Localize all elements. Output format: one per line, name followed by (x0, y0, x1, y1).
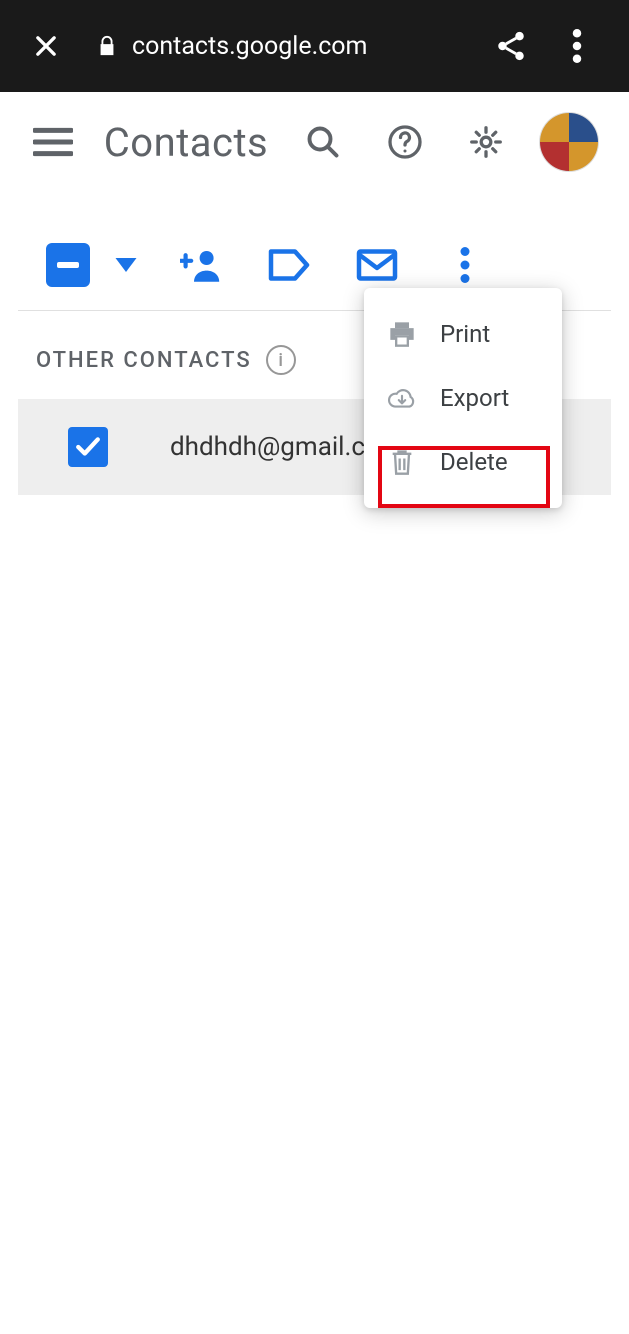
menu-item-print[interactable]: Print (364, 302, 562, 366)
select-dropdown-arrow[interactable] (114, 258, 138, 272)
menu-item-label: Export (440, 384, 509, 412)
trash-icon (386, 446, 418, 478)
help-button[interactable] (378, 115, 432, 169)
url-bar[interactable]: contacts.google.com (96, 32, 487, 61)
add-person-button[interactable] (176, 240, 226, 290)
browser-bar: contacts.google.com (0, 0, 629, 92)
app-title: Contacts (104, 119, 268, 166)
print-icon (386, 318, 418, 350)
browser-more-button[interactable] (553, 22, 601, 70)
lock-icon (96, 34, 118, 58)
more-actions-menu: Print Export Delete (364, 288, 562, 508)
app-header: Contacts (0, 92, 629, 192)
url-text: contacts.google.com (132, 32, 367, 61)
settings-button[interactable] (460, 115, 514, 169)
contact-checkbox[interactable] (68, 427, 108, 467)
hamburger-menu-button[interactable] (30, 119, 76, 165)
section-title: OTHER CONTACTS (36, 348, 252, 373)
cloud-download-icon (386, 382, 418, 414)
menu-item-label: Delete (440, 448, 508, 476)
label-button[interactable] (264, 240, 314, 290)
search-button[interactable] (296, 115, 350, 169)
close-tab-button[interactable] (28, 28, 64, 64)
info-icon[interactable]: i (266, 345, 296, 375)
select-all-toggle[interactable] (46, 243, 90, 287)
share-button[interactable] (487, 22, 535, 70)
menu-item-label: Print (440, 320, 490, 348)
email-button[interactable] (352, 240, 402, 290)
menu-item-export[interactable]: Export (364, 366, 562, 430)
account-avatar[interactable] (539, 112, 599, 172)
more-actions-button[interactable] (440, 240, 490, 290)
menu-item-delete[interactable]: Delete (364, 430, 562, 494)
